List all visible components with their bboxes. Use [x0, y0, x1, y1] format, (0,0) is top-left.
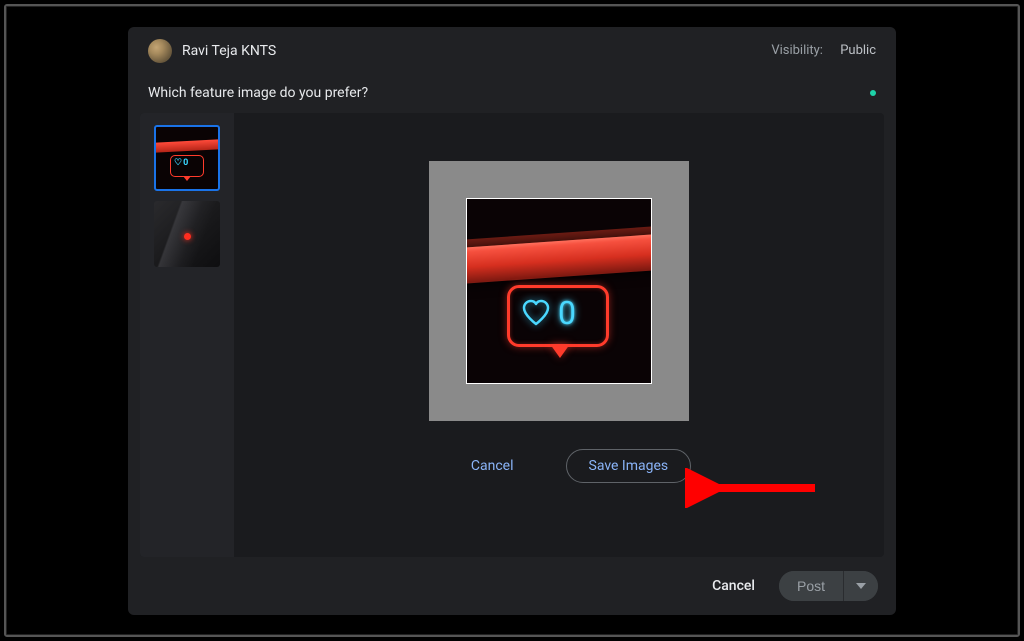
status-indicator	[870, 90, 876, 96]
neon-zero: 0	[558, 297, 576, 329]
cancel-crop-button[interactable]: Cancel	[459, 450, 526, 482]
post-button-group: Post	[779, 571, 878, 601]
cancel-button[interactable]: Cancel	[704, 572, 763, 600]
preview-image: 0	[466, 198, 652, 384]
visibility-label: Visibility:	[771, 43, 823, 58]
modal-footer: Cancel Post	[128, 557, 896, 615]
post-button[interactable]: Post	[779, 571, 843, 601]
save-images-button[interactable]: Save Images	[566, 449, 692, 483]
thumbnail-2[interactable]	[154, 201, 220, 267]
preview-area: 0 Cancel Save Images	[234, 113, 884, 557]
post-dropdown-button[interactable]	[843, 571, 878, 601]
heart-icon	[521, 299, 551, 327]
window-frame: Ravi Teja KNTS Visibility: Public Which …	[4, 4, 1020, 637]
chevron-down-icon	[856, 583, 866, 589]
visibility-value: Public	[840, 43, 876, 58]
question-text: Which feature image do you prefer?	[148, 85, 368, 101]
image-editor-area: ♡0	[140, 113, 884, 557]
thumbnail-1[interactable]: ♡0	[154, 125, 220, 191]
post-composer-modal: Ravi Teja KNTS Visibility: Public Which …	[128, 27, 896, 615]
user-name: Ravi Teja KNTS	[182, 43, 771, 59]
editor-actions: Cancel Save Images	[427, 449, 691, 483]
crop-frame[interactable]: 0	[429, 161, 689, 421]
visibility-selector[interactable]: Visibility: Public	[771, 43, 876, 58]
post-question: Which feature image do you prefer?	[128, 71, 896, 113]
modal-header: Ravi Teja KNTS Visibility: Public	[128, 27, 896, 71]
thumbnail-strip: ♡0	[140, 113, 234, 557]
avatar	[148, 39, 172, 63]
